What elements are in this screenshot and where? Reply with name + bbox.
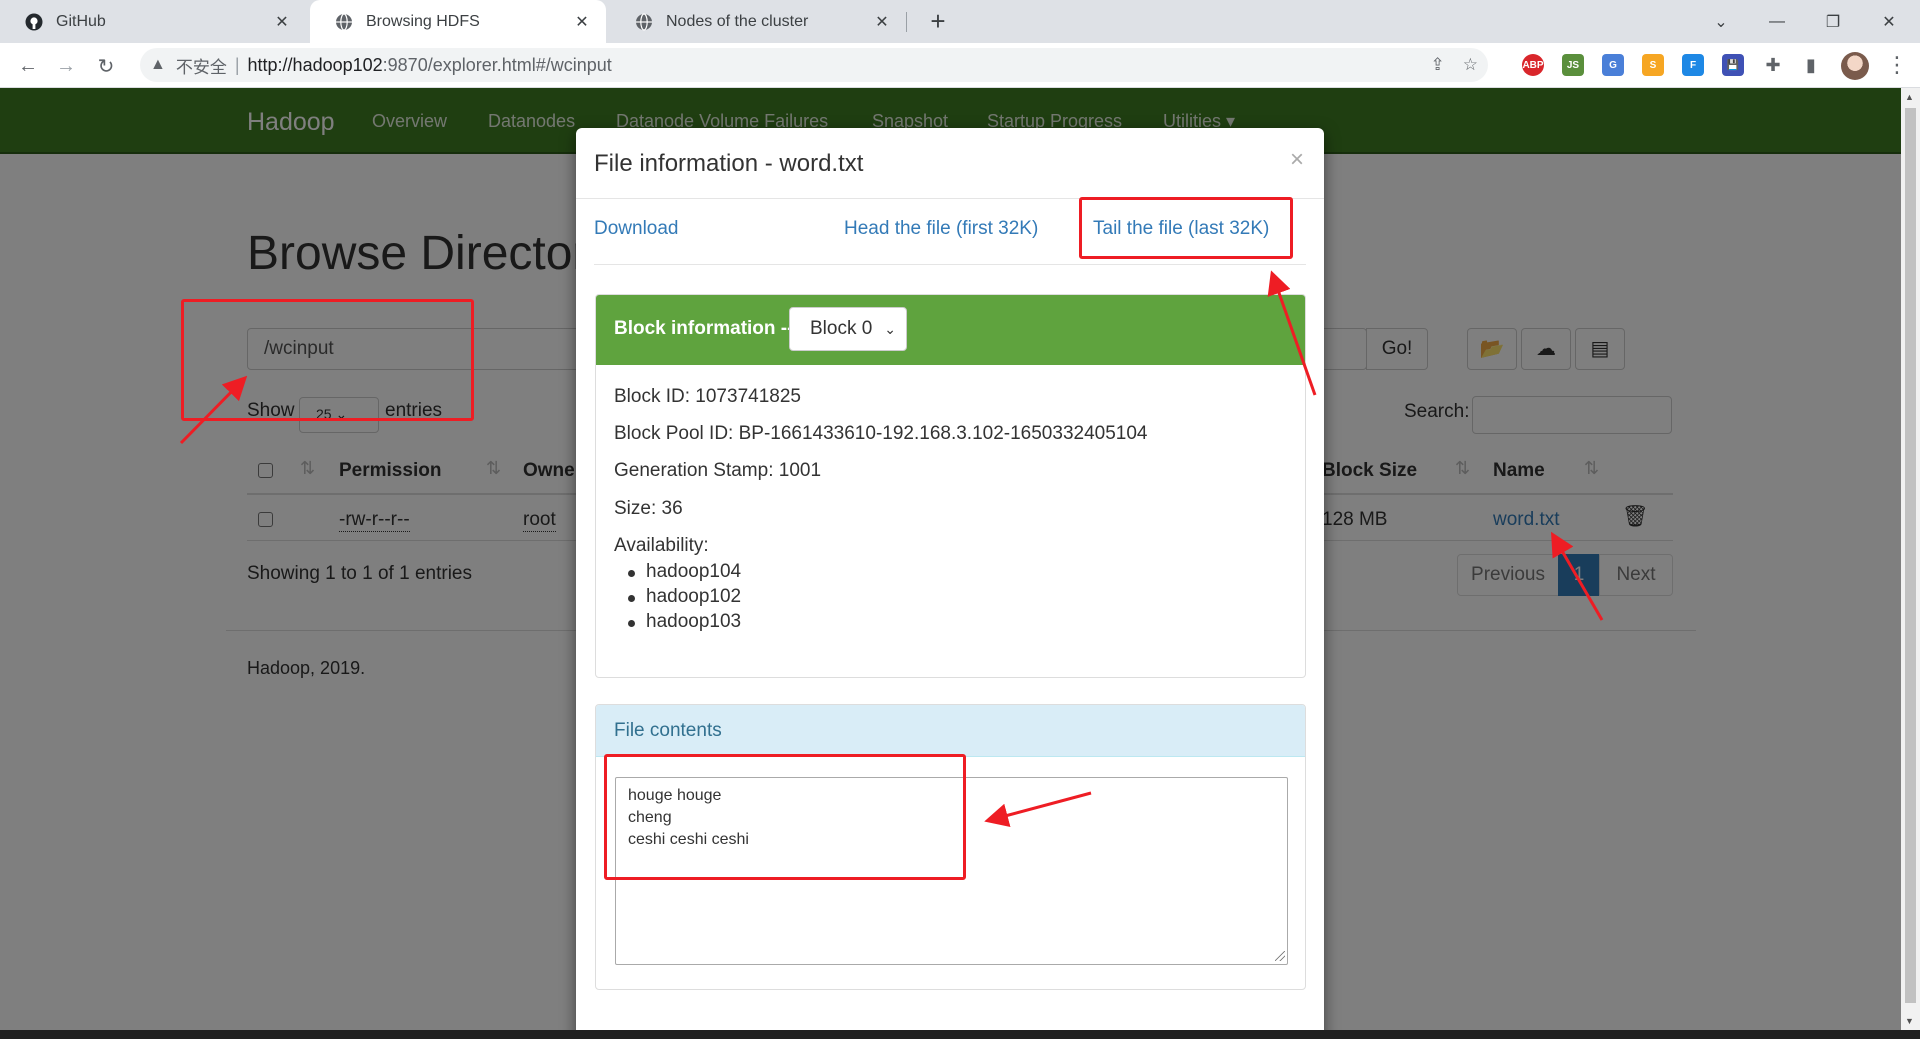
list-item: hadoop104 (627, 561, 741, 586)
globe-icon (634, 12, 654, 32)
url-path: :9870/explorer.html#/wcinput (382, 54, 612, 75)
tab-github[interactable]: GitHub ✕ (0, 0, 306, 43)
file-information-modal: File information - word.txt × Download H… (576, 128, 1324, 1039)
block-panel-header: Block information -- Block 0 ⌄ (596, 295, 1305, 365)
close-window-button[interactable]: ✕ (1861, 0, 1917, 43)
save-extension-icon[interactable]: 💾 (1722, 54, 1744, 76)
adblock-extension-icon[interactable]: ABP (1522, 54, 1544, 76)
availability-list: hadoop104 hadoop102 hadoop103 (627, 561, 741, 636)
block-information-panel: Block information -- Block 0 ⌄ Block ID:… (595, 294, 1306, 678)
security-label[interactable]: 不安全 (176, 53, 227, 78)
page-content: Hadoop Overview Datanodes Datanode Volum… (0, 88, 1901, 1039)
scroll-thumb[interactable] (1905, 108, 1916, 1003)
head-file-link[interactable]: Head the file (first 32K) (844, 218, 1038, 240)
share-icon[interactable]: ⇪ (1431, 55, 1445, 75)
github-icon (24, 12, 44, 32)
tab-separator (906, 12, 907, 32)
block-select[interactable]: Block 0 ⌄ (789, 307, 907, 351)
tab-search-button[interactable]: ⌄ (1693, 0, 1749, 43)
address-bar[interactable]: ▲ 不安全 | http://hadoop102 :9870/explorer.… (140, 48, 1488, 82)
forward-button[interactable]: → (50, 50, 82, 82)
block-pool-id: Block Pool ID: BP-1661433610-192.168.3.1… (614, 423, 1148, 444)
minimize-button[interactable]: — (1749, 0, 1805, 43)
scroll-up-arrow-icon[interactable]: ▲ (1905, 92, 1914, 102)
tab-browsing-hdfs[interactable]: Browsing HDFS ✕ (310, 0, 606, 43)
extension-f-icon[interactable]: F (1682, 54, 1704, 76)
tab-title: Browsing HDFS (366, 12, 480, 30)
extensions-puzzle-icon[interactable]: ✚ (1762, 54, 1784, 76)
file-contents-title: File contents (596, 705, 1305, 757)
block-panel-title: Block information -- (614, 318, 794, 339)
download-link[interactable]: Download (594, 218, 679, 240)
browser-menu-icon[interactable]: ⋮ (1886, 52, 1908, 78)
url-host: http://hadoop102 (247, 54, 383, 75)
list-item: hadoop103 (627, 611, 741, 636)
modal-links-divider (594, 264, 1306, 265)
address-actions: ⇪ ☆ (1431, 48, 1479, 82)
block-size: Size: 36 (614, 498, 683, 519)
chevron-down-icon: ⌄ (884, 321, 896, 337)
annotation-box-path (181, 299, 474, 421)
availability-label: Availability: (614, 535, 709, 556)
block-id: Block ID: 1073741825 (614, 386, 801, 407)
warning-icon[interactable]: ▲ (150, 56, 166, 74)
profile-avatar[interactable] (1841, 52, 1869, 80)
close-icon[interactable]: ✕ (872, 12, 892, 32)
tab-title: GitHub (56, 12, 106, 30)
scroll-down-arrow-icon[interactable]: ▼ (1905, 1016, 1914, 1026)
tab-nodes-of-cluster[interactable]: Nodes of the cluster ✕ (610, 0, 906, 43)
browser-tab-bar: GitHub ✕ Browsing HDFS ✕ Nodes of the cl… (0, 0, 1920, 43)
close-icon[interactable]: ✕ (572, 12, 592, 32)
restore-button[interactable]: ❐ (1805, 0, 1861, 43)
back-button[interactable]: ← (12, 50, 44, 82)
close-icon[interactable]: × (1290, 146, 1304, 174)
side-panel-icon[interactable]: ▮ (1800, 54, 1822, 76)
close-icon[interactable]: ✕ (272, 12, 292, 32)
page-scrollbar[interactable]: ▲ ▼ (1901, 88, 1920, 1039)
list-item: hadoop102 (627, 586, 741, 611)
tab-title: Nodes of the cluster (666, 12, 809, 30)
js-extension-icon[interactable]: JS (1562, 54, 1584, 76)
os-taskbar (0, 1030, 1920, 1039)
translate-extension-icon[interactable]: G (1602, 54, 1624, 76)
modal-title: File information - word.txt (594, 150, 864, 177)
browser-toolbar: ← → ↻ ▲ 不安全 | http://hadoop102 :9870/exp… (0, 43, 1920, 88)
reload-button[interactable]: ↻ (90, 50, 122, 82)
globe-icon (334, 12, 354, 32)
resize-handle[interactable] (1275, 951, 1285, 961)
annotation-box-contents (604, 754, 966, 880)
new-tab-button[interactable]: + (922, 6, 954, 38)
annotation-box-tail (1079, 197, 1293, 259)
address-divider: | (234, 54, 240, 75)
bookmark-star-icon[interactable]: ☆ (1463, 55, 1478, 75)
extension-s-icon[interactable]: S (1642, 54, 1664, 76)
generation-stamp: Generation Stamp: 1001 (614, 460, 822, 481)
